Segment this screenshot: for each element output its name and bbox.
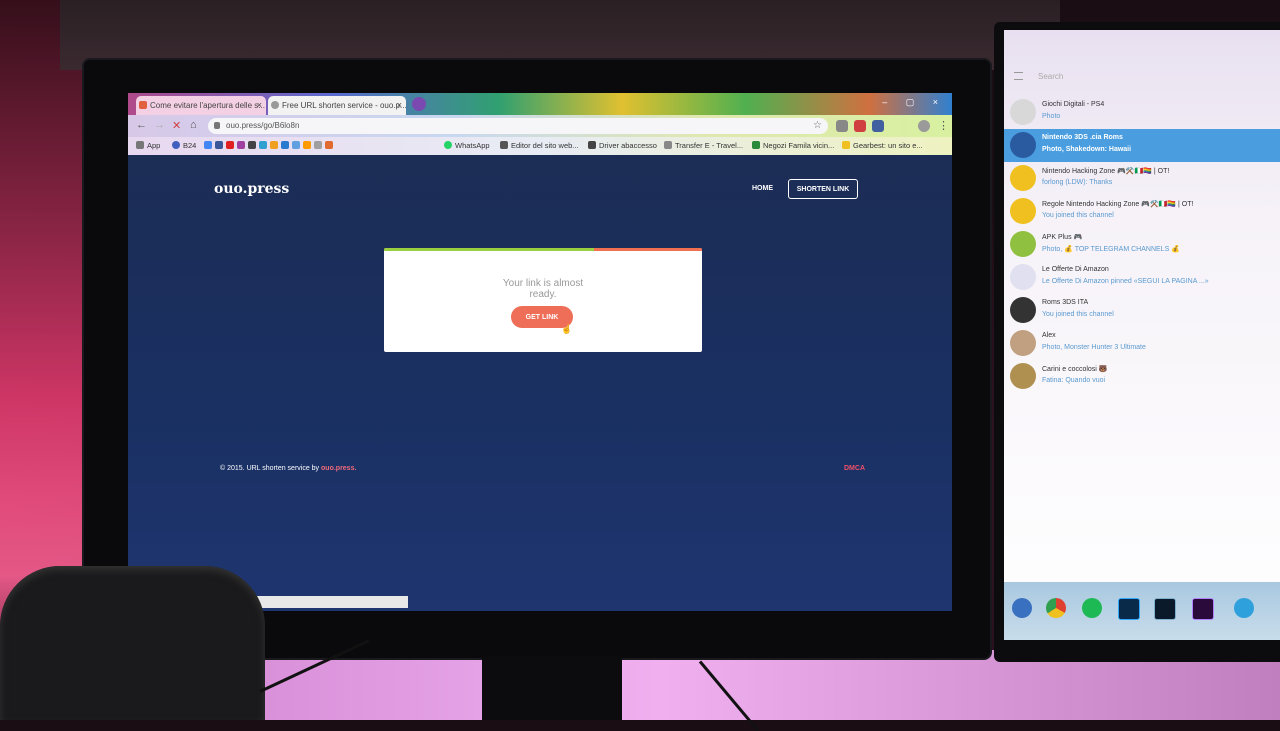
lightroom-icon[interactable] — [1154, 598, 1176, 620]
window-controls[interactable]: – ▢ × — [882, 97, 946, 108]
progress-fill — [384, 248, 594, 251]
link-status-message: Your link is almost ready. — [502, 278, 584, 300]
chat-preview: Photo — [1042, 113, 1061, 120]
chat-avatar — [1010, 198, 1036, 224]
tab-come-evitare[interactable]: Come evitare l'apertura delle s... × — [136, 96, 266, 115]
footer-brand-link[interactable]: ouo.press. — [321, 465, 356, 472]
chat-preview: Fatina: Quando vuoi — [1042, 377, 1106, 384]
chrome-icon[interactable] — [1046, 598, 1066, 618]
chat-name: Nintendo Hacking Zone 🎮⚒️🇮🇹🏳️‍🌈 | OT! — [1042, 168, 1170, 175]
nav-home-link[interactable]: HOME — [752, 185, 773, 192]
telegram-icon[interactable] — [1234, 598, 1254, 618]
telegram-window: Search Giochi Digitali - PS4 Photo Nintend… — [1004, 30, 1280, 640]
tab-title: Free URL shorten service - ouo.p... — [282, 101, 406, 110]
chat-preview: You joined this channel — [1042, 212, 1114, 219]
photoshop-icon[interactable] — [1118, 598, 1140, 620]
lock-icon — [214, 122, 220, 129]
tab-title: Come evitare l'apertura delle s... — [150, 101, 265, 110]
chat-avatar — [1010, 165, 1036, 191]
windows-taskbar — [1004, 582, 1280, 640]
tab-ouo-press[interactable]: Free URL shorten service - ouo.p... × — [268, 96, 406, 115]
chat-avatar — [1010, 264, 1036, 290]
search-bar[interactable]: Search — [1004, 66, 1280, 88]
extension-icon[interactable] — [872, 120, 884, 132]
bookmark-b24[interactable]: B24 — [172, 137, 196, 155]
bookmark-driver[interactable]: Driver abaccesso — [588, 137, 657, 155]
chat-name: Roms 3DS ITA — [1042, 299, 1089, 306]
monitor-stand — [482, 656, 622, 720]
chat-avatar — [1010, 363, 1036, 389]
chat-preview: Le Offerte Di Amazon pinned «SEGUI LA PA… — [1042, 278, 1209, 285]
footer-copyright: © 2015. URL shorten service by ouo.press… — [220, 465, 357, 472]
chat-avatar — [1010, 297, 1036, 323]
back-icon[interactable]: ← — [136, 119, 147, 131]
chat-item[interactable]: Carini e coccolosi 🐻 Fatina: Quando vuoi — [1004, 360, 1280, 393]
chat-avatar — [1010, 330, 1036, 356]
new-tab-button[interactable] — [412, 97, 426, 111]
speaker — [0, 566, 265, 720]
chat-name: Carini e coccolosi 🐻 — [1042, 366, 1108, 373]
shorten-link-button[interactable]: SHORTEN LINK — [788, 179, 858, 199]
chat-item[interactable]: Le Offerte Di Amazon Le Offerte Di Amazon… — [1004, 261, 1280, 294]
dmca-link[interactable]: DMCA — [844, 465, 865, 472]
bookmark-star-icon[interactable]: ☆ — [813, 118, 822, 134]
mouse-cursor-icon: ☝ — [561, 324, 573, 334]
chat-preview: forlong (LDW): Thanks — [1042, 179, 1113, 186]
chat-item[interactable]: Roms 3DS ITA You joined this channel — [1004, 294, 1280, 327]
chat-preview: Photo, Monster Hunter 3 Ultimate — [1042, 344, 1146, 351]
toolbar: ← → ✕ ⌂ ouo.press/go/B6lo8n ☆ ⋮ — [128, 115, 952, 137]
bookmark-editor[interactable]: Editor del sito web... — [500, 137, 579, 155]
extension-icon[interactable] — [854, 120, 866, 132]
bookmarks-bar: App B24 WhatsApp Editor del sito web... … — [128, 137, 952, 155]
spotify-icon[interactable] — [1082, 598, 1102, 618]
bookmark-apps[interactable]: App — [136, 137, 160, 155]
url-text: ouo.press/go/B6lo8n — [226, 121, 300, 130]
bookmark-gearbest[interactable]: Gearbest: un sito e... — [842, 137, 923, 155]
profile-avatar[interactable] — [918, 120, 930, 132]
progress-bar — [384, 248, 702, 251]
bookmark-icons[interactable] — [204, 137, 336, 155]
address-bar[interactable]: ouo.press/go/B6lo8n ☆ — [208, 118, 828, 134]
chat-item[interactable]: Nintendo Hacking Zone 🎮⚒️🇮🇹🏳️‍🌈 | OT! for… — [1004, 162, 1280, 195]
bookmark-whatsapp[interactable]: WhatsApp — [444, 137, 490, 155]
search-input[interactable]: Search — [1038, 72, 1063, 81]
chat-avatar — [1010, 99, 1036, 125]
forward-icon[interactable]: → — [154, 119, 165, 131]
chat-name: Regole Nintendo Hacking Zone 🎮⚒️🇮🇹🏳️‍🌈 |… — [1042, 201, 1194, 208]
premiere-icon[interactable] — [1192, 598, 1214, 620]
chat-name: Le Offerte Di Amazon — [1042, 266, 1109, 273]
bookmark-negozi[interactable]: Negozi Famila vicin... — [752, 137, 834, 155]
start-icon[interactable] — [1012, 598, 1032, 618]
chat-name: Giochi Digitali - PS4 — [1042, 101, 1105, 108]
chat-name: Nintendo 3DS .cia Roms — [1042, 134, 1123, 141]
chat-item[interactable]: Nintendo 3DS .cia Roms Photo, Shakedown: … — [1004, 129, 1280, 162]
chat-item[interactable]: Alex Photo, Monster Hunter 3 Ultimate — [1004, 327, 1280, 360]
chat-avatar — [1010, 231, 1036, 257]
home-icon[interactable]: ⌂ — [190, 119, 197, 131]
bookmark-transfer[interactable]: Transfer E - Travel... — [664, 137, 743, 155]
chat-preview: You joined this channel — [1042, 311, 1114, 318]
stop-icon[interactable]: ✕ — [172, 119, 181, 132]
extension-icon[interactable] — [836, 120, 848, 132]
menu-kebab-icon[interactable]: ⋮ — [938, 119, 949, 132]
loading-icon — [271, 101, 279, 109]
main-screen: Come evitare l'apertura delle s... × Fre… — [128, 93, 952, 611]
chat-item[interactable]: Regole Nintendo Hacking Zone 🎮⚒️🇮🇹🏳️‍🌈 |… — [1004, 195, 1280, 228]
chat-avatar — [1010, 132, 1036, 158]
site-logo[interactable]: ouo.press — [214, 181, 289, 197]
chat-preview: Photo, Shakedown: Hawaii — [1042, 146, 1132, 153]
chat-name: APK Plus 🎮 — [1042, 234, 1083, 241]
chat-preview: Photo, 💰 TOP TELEGRAM CHANNELS 💰 — [1042, 246, 1180, 253]
link-card: Your link is almost ready. GET LINK ☝ — [384, 248, 702, 352]
chat-name: Alex — [1042, 332, 1056, 339]
favicon-icon — [139, 101, 147, 109]
chat-item[interactable]: Giochi Digitali - PS4 Photo — [1004, 96, 1280, 129]
horizontal-scrollbar[interactable] — [248, 596, 408, 608]
hamburger-menu-icon[interactable] — [1014, 72, 1023, 80]
close-tab-icon[interactable]: × — [397, 96, 402, 115]
tab-strip: Come evitare l'apertura delle s... × Fre… — [128, 93, 952, 115]
close-tab-icon[interactable]: × — [257, 96, 262, 115]
chat-item[interactable]: APK Plus 🎮 Photo, 💰 TOP TELEGRAM CHANNELS… — [1004, 228, 1280, 261]
